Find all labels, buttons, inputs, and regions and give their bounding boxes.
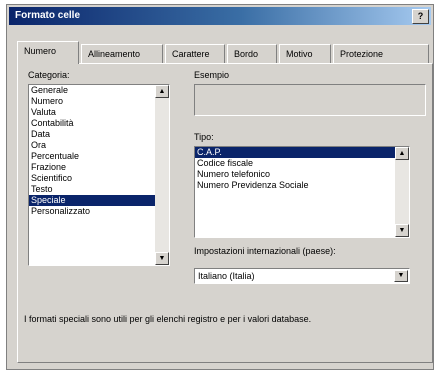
format-description: I formati speciali sono utili per gli el… <box>24 314 312 324</box>
dialog-title: Formato celle <box>15 10 81 21</box>
category-item[interactable]: Ora <box>29 140 169 151</box>
type-item[interactable]: Numero Previdenza Sociale <box>195 180 409 191</box>
category-item[interactable]: Scientifico <box>29 173 169 184</box>
category-items: Generale Numero Valuta Contabilità Data … <box>29 85 169 217</box>
category-scrollbar[interactable]: ▲ ▼ <box>155 85 169 265</box>
category-list[interactable]: Generale Numero Valuta Contabilità Data … <box>28 84 170 266</box>
type-list[interactable]: C.A.P. Codice fiscale Numero telefonico … <box>194 146 410 238</box>
category-item[interactable]: Numero <box>29 96 169 107</box>
category-item[interactable]: Contabilità <box>29 118 169 129</box>
help-button[interactable]: ? <box>412 9 429 24</box>
chevron-down-icon[interactable]: ▼ <box>394 270 408 282</box>
category-item[interactable]: Testo <box>29 184 169 195</box>
type-item[interactable]: Codice fiscale <box>195 158 409 169</box>
sample-label: Esempio <box>194 70 230 80</box>
scroll-up-icon[interactable]: ▲ <box>395 147 409 160</box>
type-items: C.A.P. Codice fiscale Numero telefonico … <box>195 147 409 191</box>
format-cells-dialog: Formato celle ? Numero Allineamento Cara… <box>6 4 434 370</box>
scroll-up-icon[interactable]: ▲ <box>155 85 169 98</box>
category-item[interactable]: Personalizzato <box>29 206 169 217</box>
category-item[interactable]: Data <box>29 129 169 140</box>
locale-dropdown[interactable]: Italiano (Italia) ▼ <box>194 268 410 284</box>
tab-carattere[interactable]: Carattere <box>165 44 225 63</box>
scroll-down-icon[interactable]: ▼ <box>395 224 409 237</box>
category-label: Categoria: <box>28 70 70 80</box>
type-scrollbar[interactable]: ▲ ▼ <box>395 147 409 237</box>
locale-value: Italiano (Italia) <box>198 271 255 281</box>
category-item[interactable]: Percentuale <box>29 151 169 162</box>
tab-allineamento[interactable]: Allineamento <box>81 44 163 63</box>
type-item-selected[interactable]: C.A.P. <box>195 147 409 158</box>
tab-protezione[interactable]: Protezione <box>333 44 429 63</box>
category-item[interactable]: Generale <box>29 85 169 96</box>
tab-motivo[interactable]: Motivo <box>279 44 331 63</box>
category-item[interactable]: Frazione <box>29 162 169 173</box>
type-label: Tipo: <box>194 132 214 142</box>
scroll-down-icon[interactable]: ▼ <box>155 252 169 265</box>
category-item[interactable]: Valuta <box>29 107 169 118</box>
tab-bordo[interactable]: Bordo <box>227 44 277 63</box>
locale-label: Impostazioni internazionali (paese): <box>194 246 336 256</box>
sample-box <box>194 84 426 116</box>
type-item[interactable]: Numero telefonico <box>195 169 409 180</box>
title-bar: Formato celle ? <box>9 7 431 25</box>
category-item-selected[interactable]: Speciale <box>29 195 169 206</box>
tab-numero[interactable]: Numero <box>17 41 79 64</box>
tab-strip: Numero Allineamento Carattere Bordo Moti… <box>17 41 429 64</box>
numero-tab-panel: Categoria: Generale Numero Valuta Contab… <box>17 63 433 363</box>
